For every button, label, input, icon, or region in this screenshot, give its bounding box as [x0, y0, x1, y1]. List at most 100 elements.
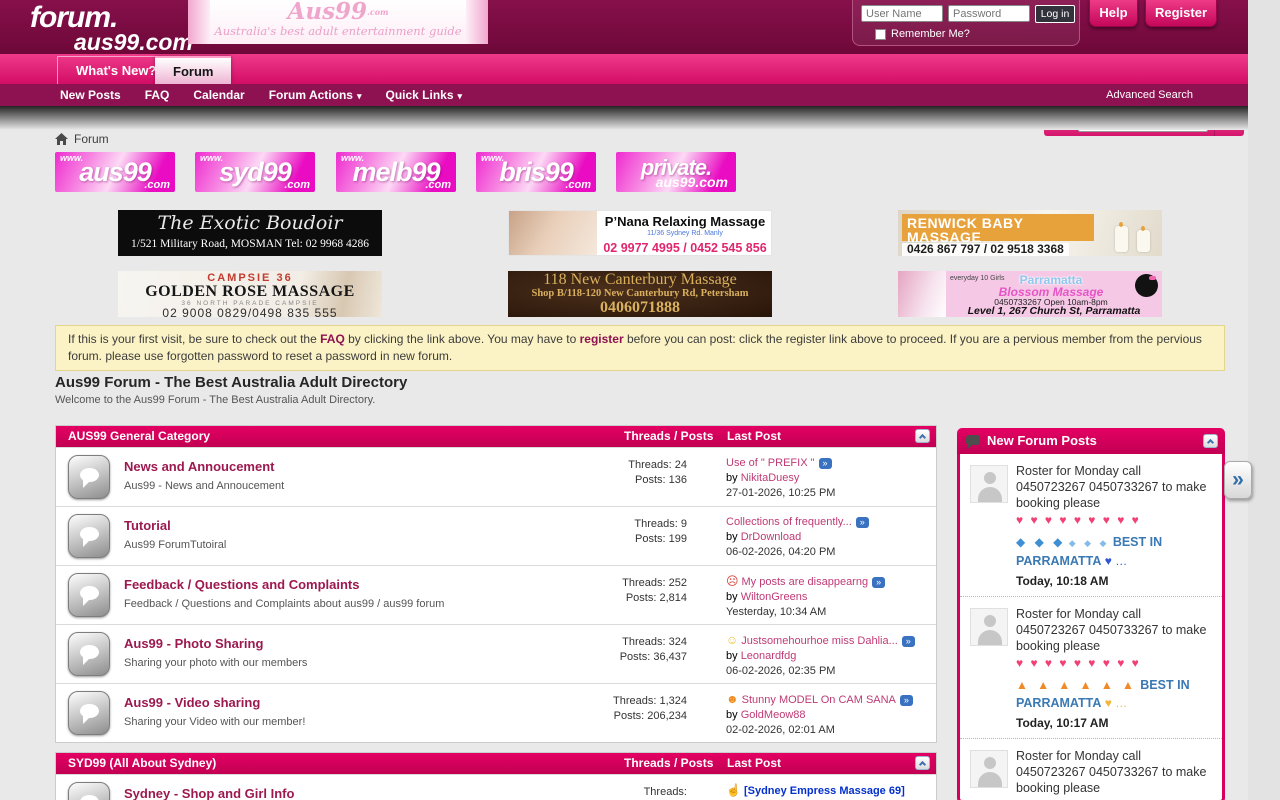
nav-forum-actions[interactable]: Forum Actions▾ — [269, 88, 362, 102]
last-post-title-link[interactable]: Use of " PREFIX " — [726, 457, 815, 469]
banner-tagline: Australia's best adult entertainment gui… — [188, 24, 488, 38]
header-shadow — [0, 106, 1248, 130]
go-to-last-post-icon[interactable]: » — [872, 577, 885, 588]
last-post-date: 06-02-2026, 02:35 PM — [726, 664, 931, 679]
nav-faq[interactable]: FAQ — [145, 88, 170, 102]
sidebar-post-item[interactable]: Roster for Monday call 0450723267 045073… — [960, 454, 1222, 596]
speech-bubble-icon — [966, 435, 980, 445]
last-post-user-link[interactable]: WiltonGreens — [741, 591, 808, 603]
advanced-search-link[interactable]: Advanced Search — [1106, 89, 1193, 101]
ad-blossom-massage[interactable]: everyday 10 Girls Parramatta Blossom Mas… — [898, 271, 1162, 317]
password-input[interactable] — [948, 5, 1030, 22]
last-post: ☻Stunny MODEL On CAM SANA» by GoldMeow88… — [726, 692, 931, 738]
dropdown-caret-icon: ▾ — [458, 91, 463, 101]
last-post-title-link[interactable]: [Sydney Empress Massage 69] — [744, 785, 905, 797]
login-button[interactable]: Log in — [1035, 5, 1075, 23]
ad-canterbury-massage[interactable]: 118 New Canterbury Massage Shop B/118-12… — [508, 271, 772, 317]
forum-icon[interactable] — [68, 514, 110, 558]
sidebar-header: New Forum Posts — [957, 428, 1225, 454]
avatar[interactable] — [970, 608, 1008, 646]
forum-row-sydney-shop: Sydney - Shop and Girl Info Talk about S… — [56, 774, 936, 800]
speech-bubble-icon — [80, 795, 99, 800]
last-post-user-link[interactable]: NikitaDuesy — [741, 472, 800, 484]
ad-golden-rose-massage[interactable]: CAMPSIE 36 GOLDEN ROSE MASSAGE 36 NORTH … — [118, 271, 382, 317]
chevron-up-icon — [919, 761, 926, 768]
collapse-category-button[interactable] — [915, 429, 930, 443]
go-to-last-post-icon[interactable]: » — [856, 517, 869, 528]
forum-row-feedback: Feedback / Questions and Complaints Feed… — [56, 565, 936, 624]
forum-title-link[interactable]: Feedback / Questions and Complaints — [124, 577, 360, 592]
last-post-user-link[interactable]: Leonardfdg — [741, 650, 797, 662]
forum-icon[interactable] — [68, 632, 110, 676]
category-syd99: SYD99 (All About Sydney) Threads / Posts… — [55, 752, 937, 800]
small-diamond-icons: ◆ ◆ ◆ — [1069, 538, 1110, 548]
breadcrumb-forum-link[interactable]: Forum — [74, 132, 109, 146]
gem-icons: ◆ ◆ ◆ — [1016, 535, 1065, 549]
banner-private-aus99[interactable]: private. aus99.com — [616, 152, 736, 192]
collapse-sidebar-button[interactable] — [1203, 434, 1218, 448]
forum-icon[interactable] — [68, 691, 110, 735]
forum-description: Aus99 ForumTutoiral — [124, 539, 554, 551]
forum-title-link[interactable]: Sydney - Shop and Girl Info — [124, 786, 294, 800]
ad-renwick-massage[interactable]: RENWICK BABY MASSAGE RENWICK ST LEICHHAR… — [898, 210, 1162, 256]
remember-me-label: Remember Me? — [891, 28, 970, 40]
sidebar-post-item[interactable]: Roster for Monday call 0450723267 045073… — [960, 738, 1222, 800]
header-banner[interactable]: Aus99.com Australia's best adult enterta… — [188, 0, 488, 44]
category-title: AUS99 General Category — [68, 429, 210, 443]
last-post-user-link[interactable]: DrDownload — [741, 531, 802, 543]
hearts-icons: ♥ ♥ ♥ ♥ ♥ ♥ ♥ ♥ ♥ — [1016, 654, 1212, 673]
last-post-user-link[interactable]: GoldMeow88 — [741, 709, 806, 721]
forum-icon[interactable] — [68, 782, 110, 800]
forum-row-tutorial: Tutorial Aus99 ForumTutoiral Threads: 9 … — [56, 506, 936, 565]
register-link[interactable]: register — [580, 332, 624, 346]
post-date: Today, 10:17 AM — [1016, 716, 1212, 730]
forum-title-link[interactable]: Tutorial — [124, 518, 171, 533]
faq-link[interactable]: FAQ — [320, 332, 345, 346]
register-button[interactable]: Register — [1145, 0, 1217, 27]
right-gutter — [1248, 0, 1280, 800]
forum-icon[interactable] — [68, 573, 110, 617]
forum-title-link[interactable]: Aus99 - Video sharing — [124, 695, 260, 710]
collapse-category-button[interactable] — [915, 756, 930, 770]
ad-pnana-massage[interactable]: P’Nana Relaxing Massage 11/36 Sydney Rd.… — [508, 210, 772, 256]
forum-row-news: News and Annoucement Aus99 - News and An… — [56, 447, 936, 506]
candle-graphic — [1115, 226, 1128, 252]
last-post-title-link[interactable]: Justsomehourhoe miss Dahlia... — [741, 635, 898, 647]
column-threads-posts: Threads / Posts — [624, 753, 713, 774]
home-icon[interactable] — [55, 133, 68, 145]
tab-forum[interactable]: Forum — [155, 56, 231, 84]
forum-title-link[interactable]: News and Annoucement — [124, 459, 274, 474]
last-post-title-link[interactable]: My posts are disappearng — [742, 576, 869, 588]
sub-navigation: New Posts FAQ Calendar Forum Actions▾ Qu… — [0, 84, 1248, 106]
avatar[interactable] — [970, 750, 1008, 788]
welcome-notice: If this is your first visit, be sure to … — [55, 325, 1225, 371]
banner-melb99[interactable]: www. melb99 .com — [336, 152, 456, 192]
yellow-heart-icon: ♥ … — [1105, 696, 1127, 710]
last-post-title-link[interactable]: Stunny MODEL On CAM SANA — [742, 694, 896, 706]
banner-syd99[interactable]: www. syd99 .com — [195, 152, 315, 192]
last-post-title-link[interactable]: Collections of frequently... — [726, 516, 852, 528]
sidebar-post-item[interactable]: Roster for Monday call 0450723267 045073… — [960, 596, 1222, 738]
nav-calendar[interactable]: Calendar — [193, 88, 244, 102]
go-to-last-post-icon[interactable]: » — [902, 636, 915, 647]
sidebar-expand-button[interactable]: » — [1224, 461, 1252, 499]
speech-bubble-icon — [80, 468, 99, 482]
nav-new-posts[interactable]: New Posts — [60, 88, 121, 102]
last-post-date: 02-02-2026, 02:01 AM — [726, 723, 931, 738]
banner-aus99[interactable]: www. aus99 .com — [55, 152, 175, 192]
go-to-last-post-icon[interactable]: » — [819, 458, 832, 469]
username-input[interactable] — [861, 5, 943, 22]
remember-me-checkbox[interactable] — [875, 29, 886, 40]
help-button[interactable]: Help — [1089, 0, 1138, 27]
forum-title-link[interactable]: Aus99 - Photo Sharing — [124, 636, 263, 651]
nav-quick-links[interactable]: Quick Links▾ — [385, 88, 462, 102]
banner-brand: Aus99.com — [188, 0, 488, 24]
thumbs-up-icon: ☝ — [726, 783, 741, 797]
forum-icon[interactable] — [68, 455, 110, 499]
go-to-last-post-icon[interactable]: » — [900, 695, 913, 706]
banner-bris99[interactable]: www. bris99 .com — [476, 152, 596, 192]
ad-exotic-boudoir[interactable]: The Exotic Boudoir 1/521 Military Road, … — [118, 210, 382, 256]
site-logo[interactable]: forum. aus99.com — [30, 3, 193, 54]
column-threads-posts: Threads / Posts — [624, 426, 713, 447]
avatar[interactable] — [970, 465, 1008, 503]
